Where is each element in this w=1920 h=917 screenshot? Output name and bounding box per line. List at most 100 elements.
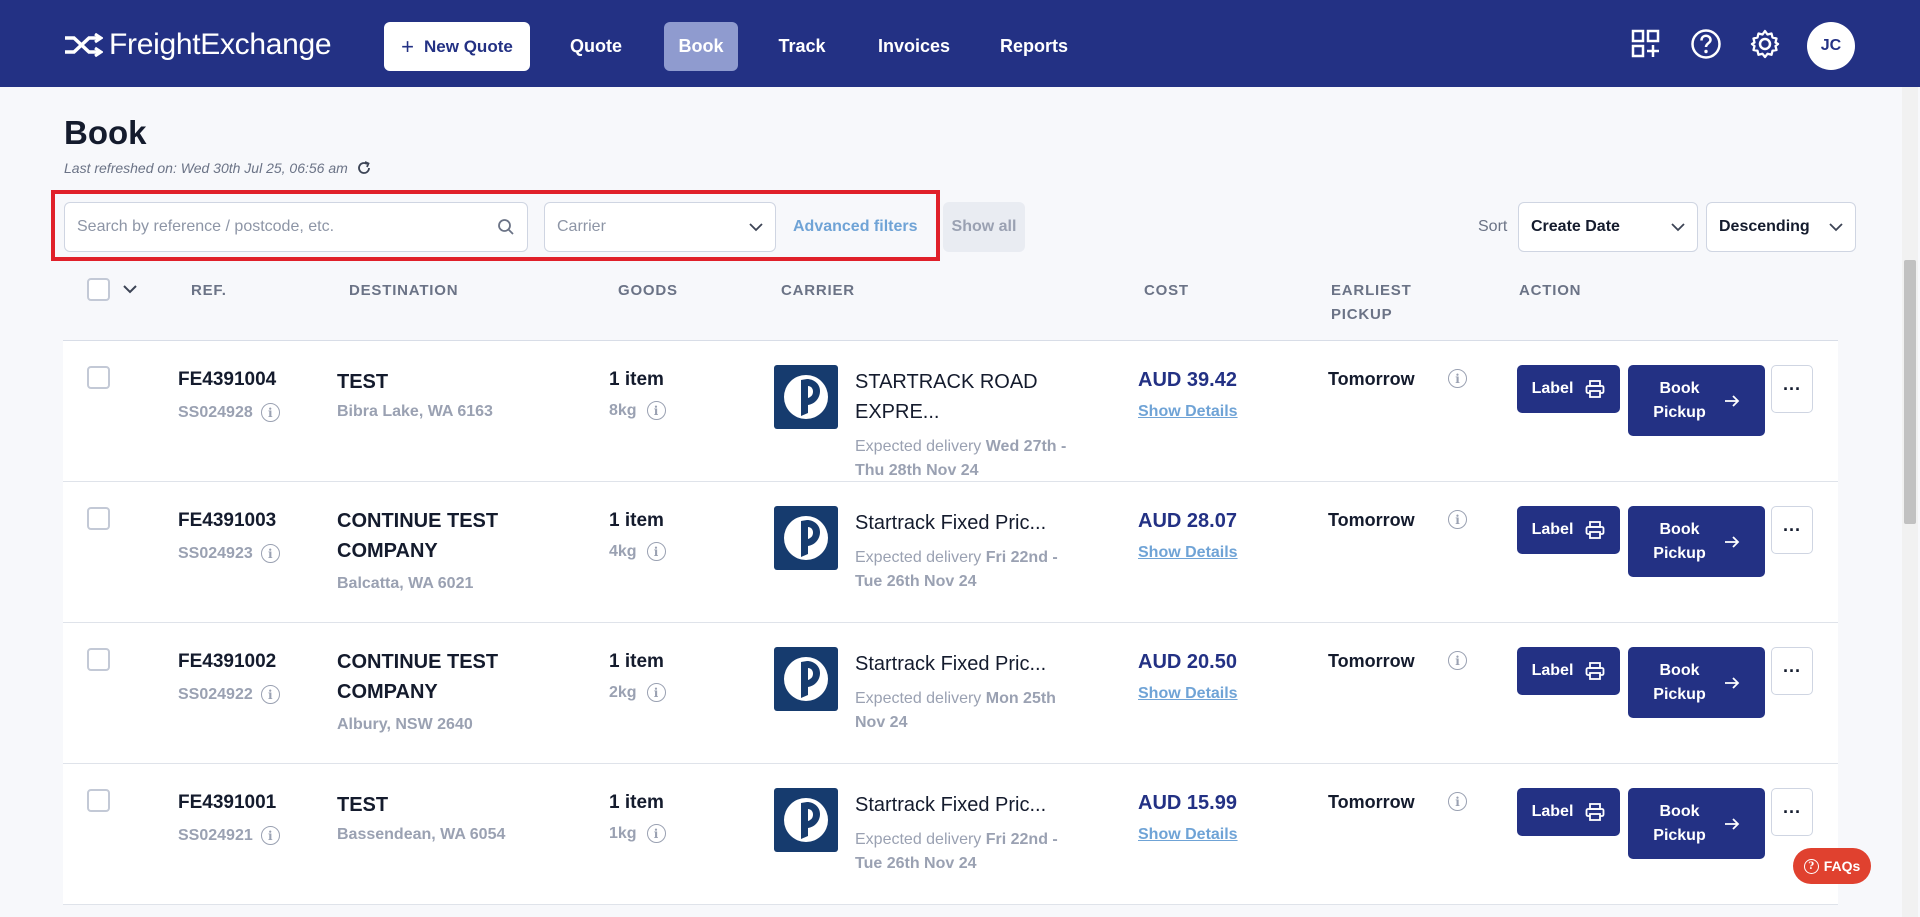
expected-prefix: Expected delivery — [855, 690, 986, 707]
row-checkbox[interactable] — [87, 648, 110, 671]
table-row[interactable]: FE4391002 SS024922 i CONTINUE TEST COMPANY Al… — [63, 623, 1838, 764]
select-all-checkbox[interactable] — [87, 278, 110, 301]
book-pickup-line1: Book — [1659, 661, 1700, 679]
weight-text: 2kg — [609, 683, 637, 701]
info-icon[interactable]: i — [260, 685, 280, 704]
row-ref[interactable]: FE4391004 — [178, 369, 276, 391]
chevron-down-icon — [1829, 223, 1843, 232]
more-options-button[interactable]: ··· — [1771, 365, 1813, 413]
nav-quote[interactable]: Quote — [556, 22, 636, 71]
goods-weight: 8kg i — [609, 401, 666, 420]
sub-ref-text: SS024923 — [178, 544, 253, 562]
startrack-logo-icon — [784, 657, 828, 701]
label-button[interactable]: Label — [1517, 506, 1620, 554]
book-pickup-line1: Book — [1659, 802, 1700, 820]
row-ref[interactable]: FE4391002 — [178, 651, 276, 673]
carrier-name-line: Startrack Fixed Pric... — [855, 653, 1047, 675]
show-all-button[interactable]: Show all — [943, 202, 1025, 252]
help-icon[interactable] — [1688, 26, 1724, 62]
carrier-logo — [774, 506, 838, 570]
scrollbar-thumb[interactable] — [1904, 260, 1916, 524]
destination-name: TEST — [337, 367, 388, 397]
carrier-logo — [774, 647, 838, 711]
earliest-pickup: Tomorrow — [1328, 369, 1415, 389]
destination-name-line: CONTINUE TEST — [337, 651, 499, 673]
label-button-text: Label — [1531, 380, 1574, 397]
earliest-pickup: Tomorrow — [1328, 651, 1415, 671]
book-pickup-line1: Book — [1659, 379, 1700, 397]
book-pickup-button[interactable]: Book Pickup — [1628, 506, 1765, 577]
goods-weight: 2kg i — [609, 683, 666, 702]
sort-order-dropdown[interactable]: Descending — [1706, 202, 1856, 252]
show-details-link[interactable]: Show Details — [1138, 403, 1238, 421]
apps-grid-icon[interactable] — [1628, 26, 1664, 62]
info-icon[interactable]: i — [260, 826, 280, 845]
info-icon[interactable]: i — [646, 401, 666, 420]
label-button-text: Label — [1531, 662, 1574, 679]
more-options-button[interactable]: ··· — [1771, 788, 1813, 836]
weight-text: 8kg — [609, 401, 637, 419]
label-button[interactable]: Label — [1517, 788, 1620, 836]
info-icon[interactable]: i — [1448, 651, 1467, 670]
show-details-link[interactable]: Show Details — [1138, 685, 1238, 703]
row-sub-ref: SS024922 i — [178, 685, 280, 704]
info-icon[interactable]: i — [260, 403, 280, 422]
more-options-button[interactable]: ··· — [1771, 506, 1813, 554]
table-row[interactable]: FE4391001 SS024921 i TEST Bassendean, WA 605… — [63, 764, 1838, 905]
show-details-link[interactable]: Show Details — [1138, 826, 1238, 844]
label-button[interactable]: Label — [1517, 365, 1620, 413]
info-icon[interactable]: i — [646, 824, 666, 843]
settings-gear-icon[interactable] — [1747, 26, 1783, 62]
nav-invoices[interactable]: Invoices — [866, 22, 962, 71]
table-header: REF. DESTINATION GOODS CARRIER COST EARL… — [63, 262, 1838, 341]
row-checkbox[interactable] — [87, 366, 110, 389]
carrier-name-line: EXPRE... — [855, 401, 940, 423]
info-icon[interactable]: i — [260, 544, 280, 563]
carrier-name: Startrack Fixed Pric... — [855, 649, 1075, 679]
book-pickup-button[interactable]: Book Pickup — [1628, 647, 1765, 718]
top-navbar: FreightExchange + New Quote Quote Book T… — [0, 0, 1920, 87]
last-refreshed-text: Last refreshed on: Wed 30th Jul 25, 06:5… — [64, 160, 348, 176]
row-ref[interactable]: FE4391003 — [178, 510, 276, 532]
sort-label: Sort — [1478, 218, 1508, 235]
info-icon[interactable]: i — [646, 542, 666, 561]
new-quote-button[interactable]: + New Quote — [384, 22, 530, 71]
info-icon[interactable]: i — [1448, 510, 1467, 529]
user-avatar[interactable]: JC — [1807, 22, 1855, 70]
carrier-name-line: Startrack Fixed Pric... — [855, 794, 1047, 816]
destination-name: CONTINUE TEST COMPANY — [337, 647, 498, 707]
refresh-icon[interactable] — [356, 160, 372, 176]
info-icon[interactable]: i — [646, 683, 666, 702]
weight-text: 1kg — [609, 824, 637, 842]
carrier-name-line: STARTRACK ROAD — [855, 371, 1038, 393]
app-logo[interactable]: FreightExchange — [63, 28, 332, 62]
row-ref[interactable]: FE4391001 — [178, 792, 276, 814]
row-checkbox[interactable] — [87, 507, 110, 530]
earliest-pickup: Tomorrow — [1328, 792, 1415, 812]
nav-reports[interactable]: Reports — [990, 22, 1078, 71]
nav-book[interactable]: Book — [664, 22, 738, 71]
printer-icon — [1585, 662, 1605, 680]
chevron-down-icon[interactable] — [123, 284, 137, 294]
book-pickup-button[interactable]: Book Pickup — [1628, 788, 1765, 859]
table-row[interactable]: FE4391004 SS024928 i TEST Bibra Lake, WA 616… — [63, 341, 1838, 482]
destination-name-line: COMPANY — [337, 540, 438, 562]
info-icon[interactable]: i — [1448, 369, 1467, 388]
printer-icon — [1585, 521, 1605, 539]
sort-by-value: Create Date — [1531, 218, 1620, 235]
faqs-button[interactable]: ? FAQs — [1793, 848, 1871, 884]
arrow-right-icon — [1724, 535, 1740, 548]
row-checkbox[interactable] — [87, 789, 110, 812]
more-options-button[interactable]: ··· — [1771, 647, 1813, 695]
arrow-right-icon — [1724, 394, 1740, 407]
col-cost: COST — [1144, 282, 1189, 299]
label-button[interactable]: Label — [1517, 647, 1620, 695]
info-icon[interactable]: i — [1448, 792, 1467, 811]
show-details-link[interactable]: Show Details — [1138, 544, 1238, 562]
sort-by-dropdown[interactable]: Create Date — [1518, 202, 1698, 252]
table-row[interactable]: FE4391003 SS024923 i CONTINUE TEST COMPANY Ba… — [63, 482, 1838, 623]
book-pickup-button[interactable]: Book Pickup — [1628, 365, 1765, 436]
destination-name-line: CONTINUE TEST — [337, 510, 499, 532]
nav-track[interactable]: Track — [766, 22, 838, 71]
book-pickup-line2: Pickup — [1653, 826, 1706, 844]
